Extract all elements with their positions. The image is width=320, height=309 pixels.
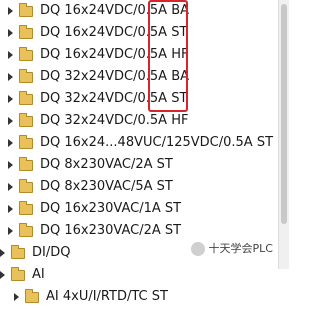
highlight-box: [148, 0, 188, 112]
tree-item[interactable]: DQ 32x24VDC/0.5A ST: [0, 88, 276, 110]
tree-item[interactable]: DQ 8x230VAC/2A ST: [0, 154, 276, 176]
tree-item-label: DQ 16x24...48VUC/125VDC/0.5A ST: [40, 135, 274, 150]
tree-item-label: DQ 32x24VDC/0.5A HF: [40, 113, 189, 128]
folder-icon: [19, 46, 33, 61]
watermark-logo-icon: [190, 242, 205, 256]
expand-arrow-icon[interactable]: [8, 73, 13, 81]
tree-folder-ai[interactable]: AI: [0, 264, 276, 286]
tree-item[interactable]: DQ 32x24VDC/0.5A BA: [0, 66, 276, 88]
tree-item-label: DQ 8x230VAC/2A ST: [40, 157, 173, 172]
vertical-scrollbar[interactable]: [278, 0, 289, 269]
expand-arrow-icon[interactable]: [8, 51, 13, 59]
folder-icon: [19, 68, 33, 83]
tree-item-ai-module[interactable]: AI 4xU/I/RTD/TC ST: [0, 286, 276, 308]
expand-arrow-icon[interactable]: [8, 139, 13, 147]
watermark-text: 十天学会PLC: [208, 242, 273, 255]
tree-item[interactable]: DQ 16x230VAC/1A ST: [0, 198, 276, 220]
folder-icon: [19, 178, 33, 193]
folder-icon: [11, 244, 25, 259]
folder-icon: [19, 90, 33, 105]
folder-icon: [19, 200, 33, 215]
expand-arrow-icon[interactable]: [8, 205, 13, 213]
tree-item[interactable]: DQ 16x24VDC/0.5A HF: [0, 44, 276, 66]
scroll-thumb[interactable]: [281, 4, 287, 224]
folder-icon: [19, 222, 33, 237]
expand-arrow-icon[interactable]: [0, 249, 5, 257]
expand-arrow-icon[interactable]: [14, 293, 19, 301]
tree-item[interactable]: DQ 8x230VAC/5A ST: [0, 176, 276, 198]
folder-icon: [19, 2, 33, 17]
expand-arrow-icon[interactable]: [0, 271, 5, 279]
tree-item-label: DQ 8x230VAC/5A ST: [40, 179, 173, 194]
folder-icon: [19, 24, 33, 39]
expand-arrow-icon[interactable]: [8, 117, 13, 125]
folder-icon: [19, 156, 33, 171]
tree-item[interactable]: DQ 16x230VAC/2A ST: [0, 220, 276, 242]
expand-arrow-icon[interactable]: [8, 29, 13, 37]
expand-arrow-icon[interactable]: [8, 183, 13, 191]
tree-folder-label: AI: [32, 267, 45, 282]
folder-icon: [11, 266, 25, 281]
tree-item[interactable]: DQ 16x24VDC/0.5A BA: [0, 0, 276, 22]
folder-icon: [25, 288, 39, 303]
tree-item[interactable]: DQ 32x24VDC/0.5A HF: [0, 110, 276, 132]
tree-item-label: DQ 16x230VAC/2A ST: [40, 223, 182, 238]
watermark: 十天学会PLC: [190, 240, 273, 256]
tree-folder-label: DI/DQ: [32, 245, 71, 260]
tree-item-label: DQ 16x230VAC/1A ST: [40, 201, 182, 216]
expand-arrow-icon[interactable]: [8, 161, 13, 169]
tree-item[interactable]: DQ 16x24...48VUC/125VDC/0.5A ST: [0, 132, 276, 154]
expand-arrow-icon[interactable]: [8, 95, 13, 103]
tree-item-label: AI 4xU/I/RTD/TC ST: [46, 289, 168, 304]
expand-arrow-icon[interactable]: [8, 227, 13, 235]
expand-arrow-icon[interactable]: [8, 7, 13, 15]
folder-icon: [19, 134, 33, 149]
hardware-catalog-tree: DQ 16x24VDC/0.5A BA DQ 16x24VDC/0.5A ST …: [0, 0, 276, 308]
tree-item[interactable]: DQ 16x24VDC/0.5A ST: [0, 22, 276, 44]
folder-icon: [19, 112, 33, 127]
